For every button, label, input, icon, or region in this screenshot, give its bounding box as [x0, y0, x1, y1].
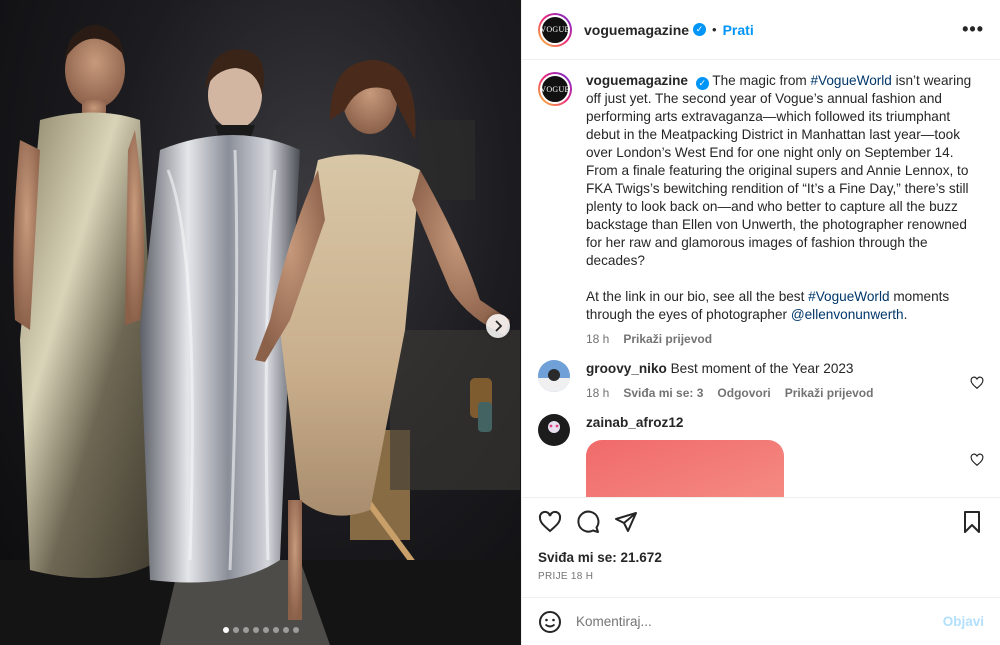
avatar[interactable]	[538, 414, 570, 446]
carousel-indicator	[0, 627, 521, 633]
comments-list[interactable]: VOGUE voguemagazine ✓ The magic from #Vo…	[522, 60, 1000, 497]
post-actions: Sviđa mi se: 21.672 PRIJE 18 H	[522, 497, 1000, 597]
carousel-dot	[272, 627, 279, 633]
caption: VOGUE voguemagazine ✓ The magic from #Vo…	[538, 72, 984, 346]
comment-composer: Objavi	[522, 597, 1000, 645]
comment-text: zainab_afroz12	[586, 414, 962, 432]
avatar-logo: VOGUE	[540, 74, 570, 104]
comment-username[interactable]: groovy_niko	[586, 361, 667, 376]
reply-button[interactable]: Odgovori	[717, 386, 770, 400]
more-options-icon[interactable]: •••	[962, 19, 984, 40]
post-side-panel: VOGUE voguemagazine ✓ • Prati ••• VOGUE …	[521, 0, 1000, 645]
carousel-dot	[292, 627, 299, 633]
translate-button[interactable]: Prikaži prijevod	[785, 386, 874, 400]
post-header: VOGUE voguemagazine ✓ • Prati •••	[522, 0, 1000, 60]
post-dialog: VOGUE voguemagazine ✓ • Prati ••• VOGUE …	[0, 0, 1000, 645]
comment-item: groovy_niko Best moment of the Year 2023…	[538, 360, 984, 400]
like-comment-heart-icon[interactable]	[970, 366, 984, 400]
comment-item: zainab_afroz12	[538, 414, 984, 497]
post-image	[0, 25, 521, 645]
comment-body: Best moment of the Year 2023	[670, 361, 854, 376]
avatar[interactable]: VOGUE	[538, 12, 572, 47]
caption-username[interactable]: voguemagazine	[586, 73, 688, 88]
carousel-dot	[242, 627, 249, 633]
caption-text: voguemagazine ✓ The magic from #VogueWor…	[586, 72, 984, 324]
avatar[interactable]	[538, 360, 570, 392]
caption-segment: .	[903, 307, 908, 322]
next-image-button[interactable]	[486, 314, 510, 338]
bookmark-icon[interactable]	[960, 510, 984, 534]
header-username[interactable]: voguemagazine	[584, 22, 689, 38]
carousel-dot	[252, 627, 259, 633]
hashtag-link[interactable]: #VogueWorld	[811, 73, 892, 88]
post-time: PRIJE 18 H	[538, 571, 594, 582]
mention-link[interactable]: @ellenvonunwerth	[791, 307, 904, 322]
comment-text: groovy_niko Best moment of the Year 2023	[586, 360, 962, 378]
avatar-logo: VOGUE	[540, 14, 570, 45]
hashtag-link[interactable]: #VogueWorld	[808, 289, 889, 304]
caption-segment: isn’t wearing off just yet. The second y…	[586, 73, 972, 268]
translate-button[interactable]: Prikaži prijevod	[623, 332, 712, 346]
chevron-right-icon	[495, 320, 503, 332]
carousel-dot-active	[222, 627, 229, 633]
caption-segment: At the link in our bio, see all the best	[586, 289, 809, 304]
comment-meta: 18 h Sviđa mi se: 3 Odgovori Prikaži pri…	[586, 386, 962, 400]
comment-input[interactable]	[576, 614, 943, 629]
avatar-image	[538, 360, 570, 392]
caption-meta: 18 h Prikaži prijevod	[586, 332, 984, 346]
verified-icon: ✓	[695, 77, 709, 90]
comment-likes[interactable]: Sviđa mi se: 3	[623, 386, 703, 400]
avatar-image	[538, 414, 570, 446]
verified-icon: ✓	[693, 23, 707, 36]
like-heart-icon[interactable]	[538, 510, 562, 534]
share-icon[interactable]	[614, 510, 638, 534]
header-separator: •	[712, 22, 717, 37]
comment-icon[interactable]	[576, 510, 600, 534]
carousel-dot	[232, 627, 239, 633]
emoji-icon[interactable]	[538, 610, 562, 634]
caption-segment: The magic from	[708, 73, 811, 88]
comment-time: 18 h	[586, 386, 610, 400]
post-photo[interactable]	[0, 0, 521, 645]
comment-username[interactable]: zainab_afroz12	[586, 415, 683, 430]
comment-media[interactable]	[586, 440, 784, 497]
likes-count[interactable]: Sviđa mi se: 21.672	[538, 550, 984, 565]
caption-time: 18 h	[586, 332, 610, 346]
carousel-dot	[282, 627, 289, 633]
avatar[interactable]: VOGUE	[538, 72, 572, 106]
follow-button[interactable]: Prati	[723, 22, 754, 38]
like-comment-heart-icon[interactable]	[970, 420, 984, 497]
carousel-dot	[262, 627, 269, 633]
post-comment-button[interactable]: Objavi	[943, 614, 984, 629]
